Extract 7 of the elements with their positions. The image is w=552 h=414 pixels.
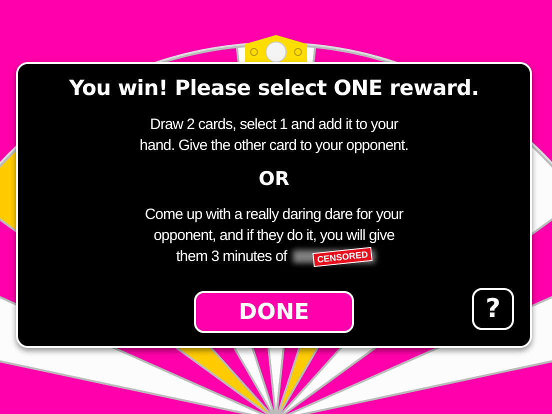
done-button[interactable]: DONE [194,291,354,333]
censored-stamp: CENSORED [312,246,372,267]
dialog-title: You win! Please select ONE reward. [69,76,479,100]
help-button[interactable]: ? [472,288,514,330]
reward-option-text: Draw 2 cards, select 1 and add it to your hand. Give the other card to your opponent. [138,115,410,156]
reward-option-text: them 3 minutes of [176,247,287,267]
or-separator: OR [258,168,290,190]
